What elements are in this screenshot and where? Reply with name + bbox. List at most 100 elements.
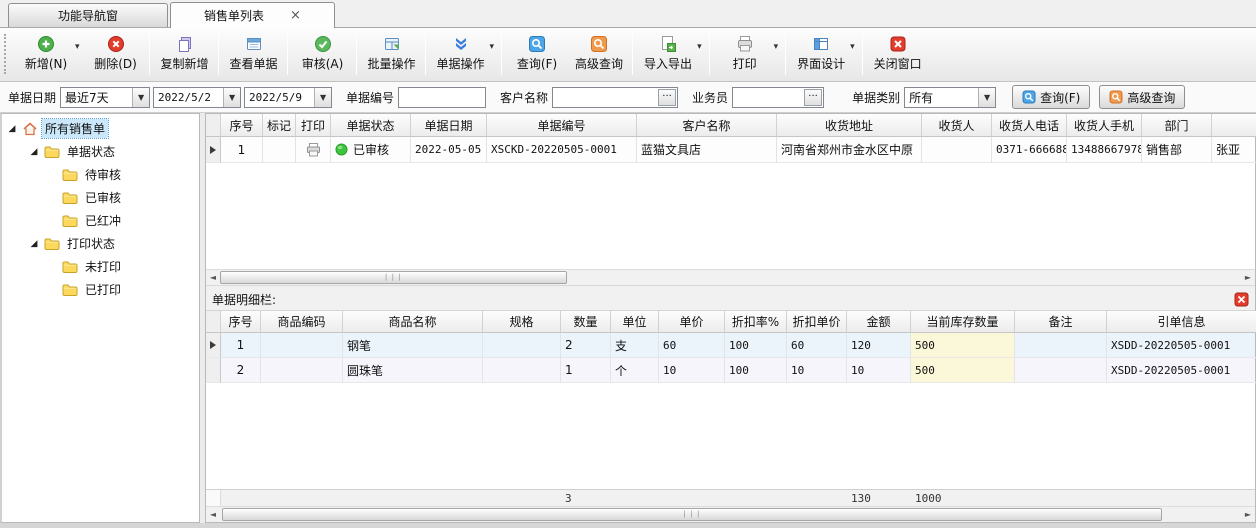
col-phone[interactable]: 收货人电话 bbox=[992, 114, 1067, 137]
add-button[interactable]: 新增(N) ▾ bbox=[14, 33, 84, 74]
cell-salesman[interactable]: 张亚 bbox=[1212, 137, 1256, 163]
master-hscrollbar[interactable]: ◄ ❘❘❘ ► bbox=[206, 269, 1255, 285]
filter-query-button[interactable]: 查询(F) bbox=[1012, 85, 1090, 109]
close-detail-icon[interactable] bbox=[1234, 292, 1249, 307]
cell-customer[interactable]: 蓝猫文具店 bbox=[637, 137, 777, 163]
date-to-combo[interactable]: 2022/5/9 ▼ bbox=[244, 87, 332, 108]
col-department[interactable]: 部门 bbox=[1142, 114, 1212, 137]
col-seq[interactable]: 序号 bbox=[221, 311, 261, 333]
cell-amount[interactable]: 120 bbox=[847, 333, 911, 358]
col-spec[interactable]: 规格 bbox=[483, 311, 561, 333]
filter-adv-query-button[interactable]: 高级查询 bbox=[1099, 85, 1185, 109]
cell-unit[interactable]: 支 bbox=[611, 333, 659, 358]
close-window-button[interactable]: 关闭窗口 bbox=[866, 33, 928, 74]
cell-discount-price[interactable]: 10 bbox=[787, 358, 847, 383]
cell-department[interactable]: 销售部 bbox=[1142, 137, 1212, 163]
expander-icon[interactable]: ◢ bbox=[6, 124, 18, 134]
cell-stock[interactable]: 500 bbox=[911, 333, 1015, 358]
doc-no-input[interactable] bbox=[399, 89, 485, 106]
col-customer[interactable]: 客户名称 bbox=[637, 114, 777, 137]
cell-mark[interactable] bbox=[263, 137, 296, 163]
col-product-code[interactable]: 商品编码 bbox=[261, 311, 343, 333]
master-grid-row[interactable]: 1 已审核 2022-05-05 XSCKD-20220505-0001 蓝猫文… bbox=[206, 137, 1255, 163]
scroll-left-icon[interactable]: ◄ bbox=[206, 507, 220, 522]
col-print[interactable]: 打印 bbox=[296, 114, 331, 137]
adv-query-button[interactable]: 高级查询 bbox=[567, 33, 629, 74]
tree-item-printed[interactable]: 已打印 bbox=[2, 278, 199, 301]
cell-consignee[interactable] bbox=[922, 137, 992, 163]
tree-item-all-sales-orders[interactable]: ◢ 所有销售单 bbox=[2, 117, 199, 140]
cell-qty[interactable]: 1 bbox=[561, 358, 611, 383]
col-address[interactable]: 收货地址 bbox=[777, 114, 922, 137]
cell-product-name[interactable]: 圆珠笔 bbox=[343, 358, 483, 383]
date-from-combo[interactable]: 2022/5/2 ▼ bbox=[153, 87, 241, 108]
copy-new-button[interactable]: 复制新增 bbox=[153, 33, 215, 74]
chevron-down-icon[interactable]: ▾ bbox=[774, 42, 779, 52]
doc-type-combo[interactable]: 所有 ▼ bbox=[904, 87, 996, 108]
col-price[interactable]: 单价 bbox=[659, 311, 725, 333]
salesman-input[interactable] bbox=[733, 89, 804, 106]
detail-hscrollbar[interactable]: ◄ ❘❘❘ ► bbox=[206, 506, 1255, 522]
col-date[interactable]: 单据日期 bbox=[411, 114, 487, 137]
audit-button[interactable]: 审核(A) bbox=[291, 33, 353, 74]
import-export-button[interactable]: 导入导出 ▾ bbox=[636, 33, 706, 74]
cell-discount-rate[interactable]: 100 bbox=[725, 333, 787, 358]
chevron-down-icon[interactable]: ▾ bbox=[490, 42, 495, 52]
tab-close-icon[interactable]: × bbox=[290, 9, 301, 22]
cell-product-code[interactable] bbox=[261, 358, 343, 383]
col-unit[interactable]: 单位 bbox=[611, 311, 659, 333]
delete-button[interactable]: 删除(D) bbox=[84, 33, 146, 74]
col-salesman[interactable]: 业务员 bbox=[1212, 114, 1256, 137]
cell-print[interactable] bbox=[296, 137, 331, 163]
toolbar-grip[interactable] bbox=[4, 34, 10, 74]
tree-item-print-status[interactable]: ◢ 打印状态 bbox=[2, 232, 199, 255]
view-doc-button[interactable]: 查看单据 bbox=[222, 33, 284, 74]
cell-date[interactable]: 2022-05-05 bbox=[411, 137, 487, 163]
lookup-ellipsis-icon[interactable]: ··· bbox=[658, 89, 676, 106]
chevron-down-icon[interactable]: ▼ bbox=[132, 88, 149, 107]
tree-item-doc-status[interactable]: ◢ 单据状态 bbox=[2, 140, 199, 163]
cell-doc-no[interactable]: XSCKD-20220505-0001 bbox=[487, 137, 637, 163]
cell-seq[interactable]: 1 bbox=[221, 333, 261, 358]
chevron-down-icon[interactable]: ▾ bbox=[850, 42, 855, 52]
tab-function-nav[interactable]: 功能导航窗 bbox=[8, 3, 168, 27]
col-remark[interactable]: 备注 bbox=[1015, 311, 1107, 333]
col-qty[interactable]: 数量 bbox=[561, 311, 611, 333]
cell-address[interactable]: 河南省郑州市金水区中原 bbox=[777, 137, 922, 163]
doc-ops-button[interactable]: 单据操作 ▾ bbox=[429, 33, 499, 74]
tree-item-not-printed[interactable]: 未打印 bbox=[2, 255, 199, 278]
cell-phone[interactable]: 0371-666688 bbox=[992, 137, 1067, 163]
col-mark[interactable]: 标记 bbox=[263, 114, 296, 137]
detail-grid-row[interactable]: 2 圆珠笔 1 个 10 100 10 10 500 XSDD-20220505… bbox=[206, 358, 1255, 383]
cell-price[interactable]: 10 bbox=[659, 358, 725, 383]
customer-input[interactable] bbox=[553, 89, 658, 106]
col-discount-rate[interactable]: 折扣率% bbox=[725, 311, 787, 333]
cell-stock[interactable]: 500 bbox=[911, 358, 1015, 383]
col-seq[interactable]: 序号 bbox=[221, 114, 263, 137]
chevron-down-icon[interactable]: ▾ bbox=[75, 42, 80, 52]
col-status[interactable]: 单据状态 bbox=[331, 114, 411, 137]
cell-spec[interactable] bbox=[483, 333, 561, 358]
chevron-down-icon[interactable]: ▼ bbox=[978, 88, 995, 107]
col-product-name[interactable]: 商品名称 bbox=[343, 311, 483, 333]
expander-icon[interactable]: ◢ bbox=[28, 239, 40, 249]
chevron-down-icon[interactable]: ▼ bbox=[223, 88, 240, 107]
query-button[interactable]: 查询(F) bbox=[505, 33, 567, 74]
col-stock[interactable]: 当前库存数量 bbox=[911, 311, 1015, 333]
scroll-left-icon[interactable]: ◄ bbox=[206, 270, 220, 285]
cell-mobile[interactable]: 13488667978 bbox=[1067, 137, 1142, 163]
cell-ref-info[interactable]: XSDD-20220505-0001 bbox=[1107, 333, 1256, 358]
chevron-down-icon[interactable]: ▾ bbox=[697, 42, 702, 52]
batch-ops-button[interactable]: 批量操作 bbox=[360, 33, 422, 74]
cell-discount-price[interactable]: 60 bbox=[787, 333, 847, 358]
expander-icon[interactable]: ◢ bbox=[28, 147, 40, 157]
cell-discount-rate[interactable]: 100 bbox=[725, 358, 787, 383]
cell-product-name[interactable]: 钢笔 bbox=[343, 333, 483, 358]
tree-item-red-flushed[interactable]: 已红冲 bbox=[2, 209, 199, 232]
scroll-right-icon[interactable]: ► bbox=[1241, 507, 1255, 522]
cell-seq[interactable]: 2 bbox=[221, 358, 261, 383]
detail-grid-row[interactable]: 1 钢笔 2 支 60 100 60 120 500 XSDD-20220505… bbox=[206, 333, 1255, 358]
date-range-combo[interactable]: 最近7天 ▼ bbox=[60, 87, 150, 108]
scrollbar-thumb[interactable]: ❘❘❘ bbox=[220, 271, 567, 284]
col-discount-price[interactable]: 折扣单价 bbox=[787, 311, 847, 333]
